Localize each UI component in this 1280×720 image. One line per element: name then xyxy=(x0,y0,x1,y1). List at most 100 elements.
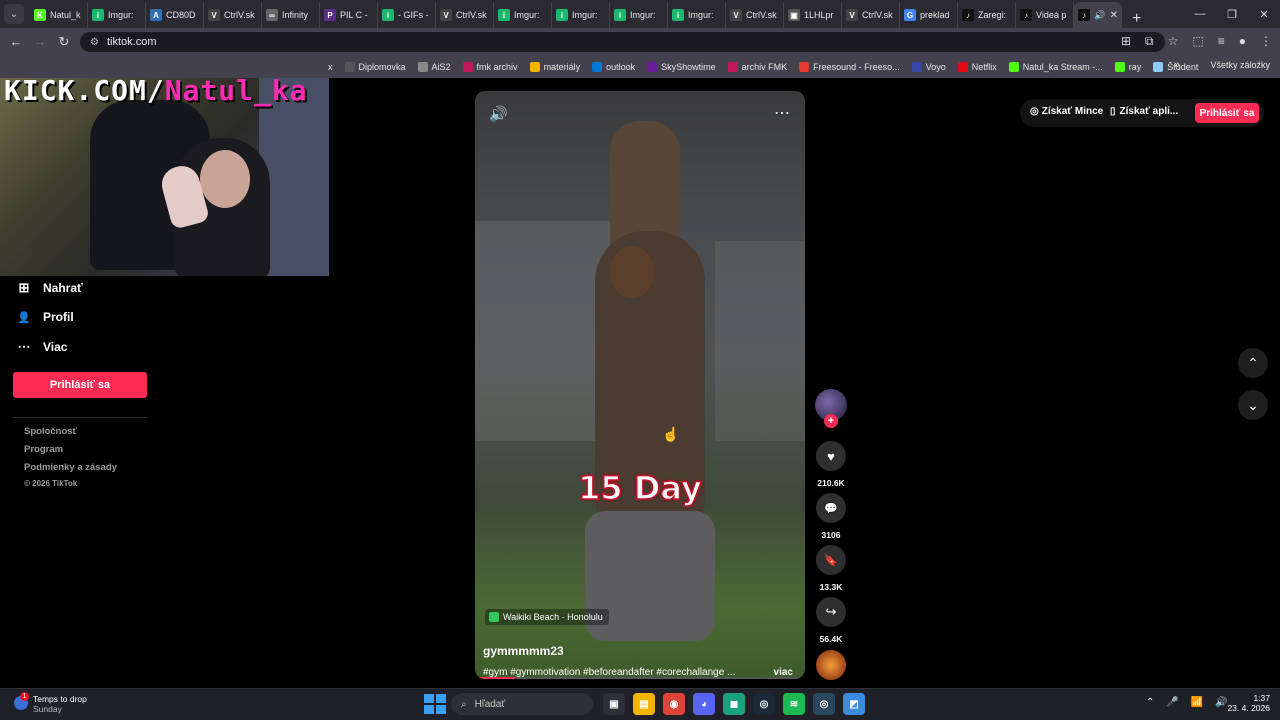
show-hidden-icons-icon[interactable]: ⌃ xyxy=(1146,697,1154,708)
browser-tab[interactable]: ♪ Videá p xyxy=(1016,2,1074,28)
windows-start-button[interactable] xyxy=(423,693,446,715)
browser-tab[interactable]: i - GIFs - xyxy=(378,2,436,28)
share-icon[interactable]: ↪ xyxy=(816,597,846,627)
spotify-icon[interactable]: ≋ xyxy=(783,693,805,715)
cast-icon[interactable]: ⧉ xyxy=(1145,34,1154,49)
browser-tab[interactable]: V CtrlV.sk xyxy=(204,2,262,28)
file-explorer-icon[interactable]: ▤ xyxy=(633,693,655,715)
bookmark-item[interactable]: archiv FMK xyxy=(727,61,787,72)
footer-link-company[interactable]: Spoločnosť xyxy=(24,426,77,437)
sidebar-item-profile[interactable]: 👤 Profil xyxy=(16,309,74,325)
wifi-icon[interactable]: 📶 xyxy=(1191,697,1203,708)
all-bookmarks-button[interactable]: Všetky záložky xyxy=(1210,60,1270,70)
back-button[interactable]: ← xyxy=(4,34,28,49)
browser-tab[interactable]: V CtrlV.sk xyxy=(436,2,494,28)
browser-tab[interactable]: Gpreklad xyxy=(900,2,958,28)
bookmark-item[interactable]: Natul_ka Stream -... xyxy=(1008,61,1103,72)
video-username[interactable]: gymmmmm23 xyxy=(483,644,564,658)
reload-button[interactable]: ↻ xyxy=(52,34,76,50)
browser-tab[interactable]: i Imgur: xyxy=(552,2,610,28)
sidebar-item-upload[interactable]: ⊞ Nahrať xyxy=(16,280,83,296)
browser-tab[interactable]: ♪ Zaregi: xyxy=(958,2,1016,28)
footer-link-program[interactable]: Program xyxy=(24,444,63,455)
more-options-icon[interactable]: ⋯ xyxy=(774,103,791,123)
browser-tab[interactable]: ∞ Infinity xyxy=(262,2,320,28)
sidebar-item-more[interactable]: ⋯ Viac xyxy=(16,339,68,355)
bookmark-item[interactable]: outlook xyxy=(592,61,635,72)
bookmark-item[interactable]: fmk archiv xyxy=(462,61,518,72)
discord-icon[interactable]: ◕ xyxy=(693,693,715,715)
taskbar-search[interactable]: ⌕ Hľadať xyxy=(451,693,593,715)
location-tag[interactable]: Waikiki Beach · Honolulu xyxy=(485,609,609,625)
browser-menu-icon[interactable]: ⋮ xyxy=(1260,34,1272,49)
url-field[interactable]: ⚙ tiktok.com xyxy=(80,32,1165,52)
profile-avatar-icon[interactable]: ● xyxy=(1239,34,1246,49)
browser-tab[interactable]: i Imgur: xyxy=(610,2,668,28)
video-gym-mirror xyxy=(715,241,805,441)
chrome-icon[interactable]: ◉ xyxy=(663,693,685,715)
restore-button[interactable]: ❐ xyxy=(1216,8,1248,21)
comment-action[interactable]: 💬 3106 xyxy=(815,493,847,540)
app-green-icon[interactable]: ◼ xyxy=(723,693,745,715)
more-bookmarks-button[interactable]: » xyxy=(1174,59,1180,71)
follow-button[interactable]: + xyxy=(824,414,838,428)
forward-button[interactable]: → xyxy=(28,34,52,49)
translate-icon[interactable]: ⊞ xyxy=(1121,34,1131,49)
weather-widget[interactable]: 1 Temps to drop Sunday xyxy=(14,692,87,714)
browser-tab[interactable]: P PIL C - xyxy=(320,2,378,28)
browser-tab[interactable]: i Imgur: xyxy=(88,2,146,28)
browser-tab[interactable]: V CtrlV.sk xyxy=(842,2,900,28)
header-login-button[interactable]: Prihlásiť sa xyxy=(1195,103,1259,123)
get-coins-button[interactable]: ◎ Získať Mince xyxy=(1030,106,1103,117)
heart-icon[interactable]: ♥ xyxy=(816,441,846,471)
like-action[interactable]: ♥ 210.6K xyxy=(815,441,847,488)
browser-tab[interactable]: V CtrlV.sk xyxy=(726,2,784,28)
bookmark-item[interactable]: SkyShowtime xyxy=(647,61,716,72)
close-tab-icon[interactable]: ✕ xyxy=(1110,10,1118,21)
steam-icon[interactable]: ◎ xyxy=(753,693,775,715)
footer-link-terms[interactable]: Podmienky a zásady xyxy=(24,462,117,473)
tab-audio-icon[interactable]: 🔊 xyxy=(1094,10,1105,21)
bookmark-item[interactable]: Voyo xyxy=(911,61,946,72)
site-info-icon[interactable]: ⚙ xyxy=(90,37,99,48)
bookmark-item[interactable]: ray xyxy=(1114,61,1141,72)
tab-title: Natul_k xyxy=(50,10,81,20)
get-app-button[interactable]: ▯ Získať apli... xyxy=(1110,106,1178,117)
task-view-icon[interactable]: ▣ xyxy=(603,693,625,715)
video-player[interactable]: 🔊 ⋯ 15 Day Waikiki Beach · Honolulu gymm… xyxy=(475,91,805,679)
share-action[interactable]: ↪ 56.4K xyxy=(815,597,847,644)
bookmark-item[interactable]: materiály xyxy=(529,61,580,72)
bookmark-item[interactable]: x xyxy=(328,62,333,72)
new-tab-button[interactable]: + xyxy=(1132,10,1141,28)
bookmark-item[interactable]: Diplomovka xyxy=(344,61,406,72)
video-progress-bar[interactable] xyxy=(475,677,805,679)
tab-search-menu-button[interactable]: ⌄ xyxy=(4,4,24,24)
music-disc-icon[interactable] xyxy=(816,650,846,680)
app-blue-icon[interactable]: ◩ xyxy=(843,693,865,715)
browser-tab[interactable]: i Imgur: xyxy=(494,2,552,28)
browser-tab[interactable]: K Natul_k xyxy=(30,2,88,28)
bookmark-item[interactable]: Netflix xyxy=(957,61,997,72)
clock[interactable]: 1:37 23. 4. 2026 xyxy=(1226,693,1270,713)
previous-video-button[interactable]: ⌃ xyxy=(1238,348,1268,378)
sidebar-login-button[interactable]: Prihlásiť sa xyxy=(13,372,147,398)
media-controls-icon[interactable]: ≡ xyxy=(1218,34,1225,49)
next-video-button[interactable]: ⌄ xyxy=(1238,390,1268,420)
close-window-button[interactable]: ✕ xyxy=(1248,8,1280,21)
browser-tab[interactable]: ▣ 1LHLpr xyxy=(784,2,842,28)
speaker-icon[interactable]: 🔊 xyxy=(489,105,508,123)
extensions-icon[interactable]: ⬚ xyxy=(1192,34,1203,49)
browser-tab-active[interactable]: ♪ 🔊 ✕ xyxy=(1074,2,1122,28)
browser-tab[interactable]: A CD80D xyxy=(146,2,204,28)
steam-active-icon[interactable]: ◎ xyxy=(813,693,835,715)
minimize-button[interactable]: — xyxy=(1184,8,1216,20)
bookmark-item[interactable]: Freesound - Freeso... xyxy=(799,61,900,72)
comment-icon[interactable]: 💬 xyxy=(816,493,846,523)
save-action[interactable]: 🔖 13.3K xyxy=(815,545,847,592)
bookmark-star-icon[interactable]: ☆ xyxy=(1168,34,1179,49)
bookmark-icon[interactable]: 🔖 xyxy=(816,545,846,575)
bookmark-item[interactable]: AiS2 xyxy=(417,61,451,72)
microphone-icon[interactable]: 🎤 xyxy=(1166,697,1178,708)
browser-tab[interactable]: i Imgur: xyxy=(668,2,726,28)
tab-favicon-icon: i xyxy=(614,9,626,21)
